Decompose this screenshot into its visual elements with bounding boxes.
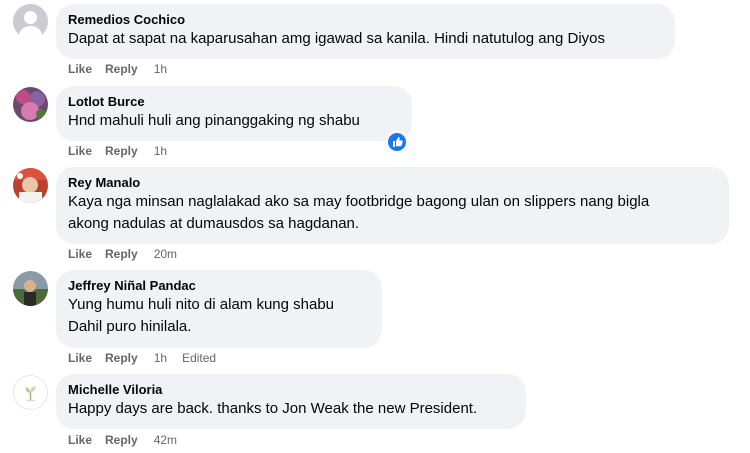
timestamp[interactable]: 20m — [154, 247, 177, 261]
default-user-icon — [13, 4, 48, 39]
timestamp[interactable]: 1h — [154, 351, 167, 365]
profile-photo-icon — [13, 271, 48, 306]
like-button[interactable]: Like — [68, 247, 92, 261]
comment-text: Happy days are back. thanks to Jon Weak … — [68, 400, 478, 417]
edited-label: Edited — [182, 351, 217, 365]
avatar[interactable] — [13, 87, 48, 122]
comment-actions: Like Reply 1h — [68, 144, 182, 158]
comment-actions: Like Reply 1h — [68, 62, 182, 76]
comment-text: Yung humu huli nito di alam kung shabu D… — [68, 296, 335, 335]
comment-text: Dapat at sapat na kaparusahan amg igawad… — [68, 30, 606, 47]
avatar[interactable] — [13, 271, 48, 306]
sprout-icon — [14, 376, 47, 409]
reply-button[interactable]: Reply — [105, 433, 138, 447]
reply-button[interactable]: Reply — [105, 144, 138, 158]
like-button[interactable]: Like — [68, 351, 92, 365]
comment-actions: Like Reply 20m — [68, 247, 192, 261]
like-button[interactable]: Like — [68, 433, 92, 447]
avatar[interactable] — [13, 4, 48, 39]
comment-bubble: Remedios Cochico Dapat at sapat na kapar… — [56, 4, 675, 59]
profile-photo-icon — [13, 87, 48, 122]
comment-bubble: Lotlot Burce Hnd mahuli huli ang pinangg… — [56, 86, 412, 141]
timestamp[interactable]: 1h — [154, 62, 167, 76]
comment-bubble: Michelle Viloria Happy days are back. th… — [56, 374, 526, 429]
reply-button[interactable]: Reply — [105, 247, 138, 261]
comment-actions: Like Reply 1h Edited — [68, 351, 216, 365]
comment-text: Kaya nga minsan naglalakad ako sa may fo… — [68, 193, 650, 232]
commenter-name[interactable]: Rey Manalo — [68, 174, 717, 191]
comment-text: Hnd mahuli huli ang pinanggaking ng shab… — [68, 112, 360, 129]
like-button[interactable]: Like — [68, 144, 92, 158]
commenter-name[interactable]: Remedios Cochico — [68, 11, 663, 28]
commenter-name[interactable]: Michelle Viloria — [68, 381, 514, 398]
comment-actions: Like Reply 42m — [68, 433, 192, 447]
avatar[interactable] — [13, 375, 48, 410]
commenter-name[interactable]: Lotlot Burce — [68, 93, 400, 110]
like-reaction-icon[interactable] — [386, 131, 408, 153]
avatar[interactable] — [13, 168, 48, 203]
profile-photo-icon — [13, 168, 48, 203]
commenter-name[interactable]: Jeffrey Niñal Pandac — [68, 277, 370, 294]
timestamp[interactable]: 42m — [154, 433, 177, 447]
reply-button[interactable]: Reply — [105, 351, 138, 365]
comment-bubble: Rey Manalo Kaya nga minsan naglalakad ak… — [56, 167, 729, 244]
timestamp[interactable]: 1h — [154, 144, 167, 158]
reply-button[interactable]: Reply — [105, 62, 138, 76]
comment-bubble: Jeffrey Niñal Pandac Yung humu huli nito… — [56, 270, 382, 348]
like-button[interactable]: Like — [68, 62, 92, 76]
